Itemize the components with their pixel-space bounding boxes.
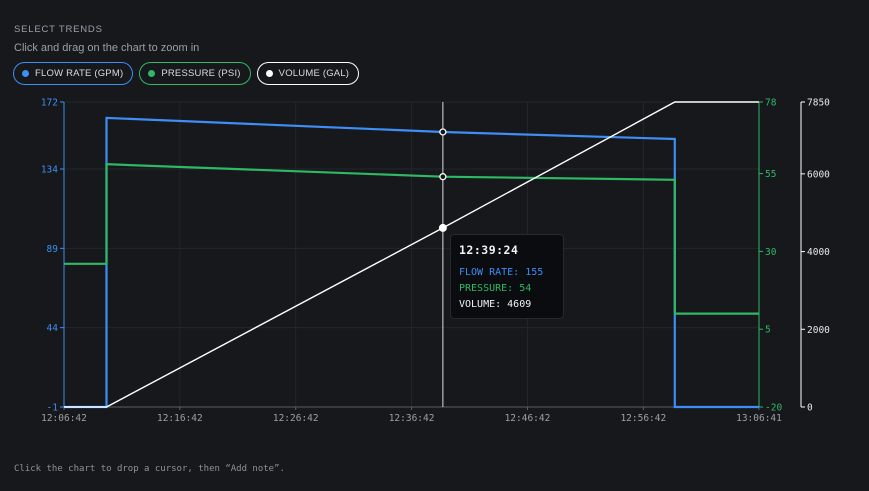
tooltip-pressure: PRESSURE: 54 (459, 283, 532, 294)
flow-tick-label: 172 (41, 98, 58, 109)
volume-tick-label: 2000 (807, 325, 830, 336)
x-tick-label: 12:26:42 (273, 413, 319, 424)
x-tick-label: 12:06:42 (41, 413, 87, 424)
flow-tick-label: 89 (47, 244, 59, 255)
tooltip-time: 12:39:24 (459, 243, 519, 257)
cursor-instructions: Click the chart to drop a cursor, then “… (14, 464, 285, 474)
pressure-tick-label: 5 (765, 325, 771, 336)
pressure-tick-label: 30 (765, 247, 777, 258)
x-tick-label: 13:06:41 (736, 413, 782, 424)
tooltip-flow-rate: FLOW RATE: 155 (459, 267, 544, 278)
volume-tick-label: 4000 (807, 247, 830, 258)
x-tick-label: 12:16:42 (157, 413, 203, 424)
volume-tick-label: 6000 (807, 169, 830, 180)
cursor-tooltip: 12:39:24 FLOW RATE: 155 PRESSURE: 54 VOL… (450, 234, 564, 319)
volume-tick-label: 0 (807, 403, 813, 414)
pressure-tick-label: 55 (765, 169, 776, 180)
flow-tick-label: 44 (47, 323, 59, 334)
flow-tick-label: 134 (41, 164, 58, 175)
cursor-marker-pressure (439, 173, 447, 181)
trends-panel: SELECT TRENDS Click and drag on the char… (0, 0, 869, 491)
tooltip-volume: VOLUME: 4609 (459, 299, 532, 310)
cursor-marker-volume (438, 223, 447, 232)
pressure-tick-label: -20 (765, 403, 782, 414)
cursor-marker-flow (439, 128, 447, 136)
x-tick-label: 12:46:42 (505, 413, 551, 424)
x-tick-label: 12:36:42 (389, 413, 435, 424)
flow-tick-label: -1 (47, 403, 59, 414)
volume-tick-label: 7850 (807, 98, 830, 109)
trend-chart[interactable]: 12:06:42 12:16:42 12:26:42 12:36:42 12:46:42… (0, 0, 869, 440)
pressure-tick-label: 78 (765, 98, 777, 109)
x-tick-label: 12:56:42 (620, 413, 666, 424)
